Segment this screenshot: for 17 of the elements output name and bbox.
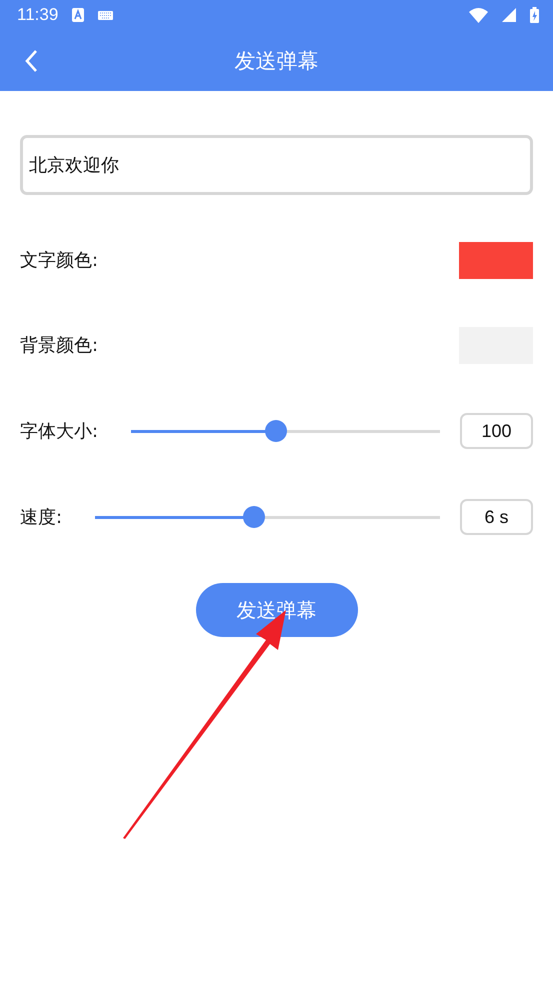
value-field[interactable]: 100: [460, 413, 533, 449]
keyboard-icon: [98, 10, 114, 20]
color-label: 文字颜色:: [20, 249, 98, 272]
message-field[interactable]: 北京欢迎你: [20, 135, 533, 195]
value-field[interactable]: 6 s: [460, 499, 533, 535]
wifi-icon: [469, 8, 488, 22]
slider-label: 速度:: [20, 506, 62, 529]
color-label: 背景颜色:: [20, 334, 98, 357]
slider-thumb[interactable]: [242, 506, 265, 528]
status-time: 11:39: [17, 5, 58, 25]
slider-label: 字体大小:: [20, 420, 98, 443]
font-icon: [72, 8, 84, 22]
slider-thumb[interactable]: [265, 420, 288, 442]
color-swatch[interactable]: [459, 242, 533, 278]
page-title: 发送弹幕: [234, 48, 318, 74]
signal-icon: [502, 8, 516, 22]
battery-icon: [530, 7, 539, 23]
